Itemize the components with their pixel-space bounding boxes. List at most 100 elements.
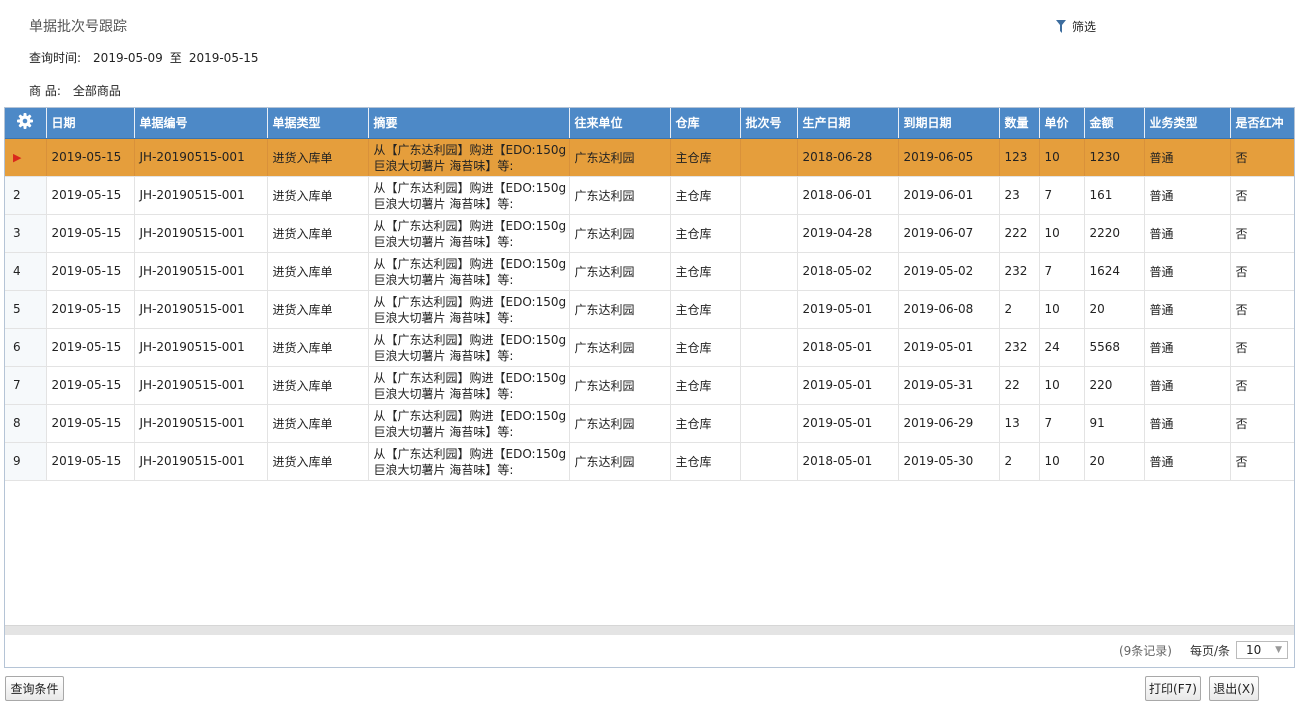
column-header-business-type[interactable]: 业务类型: [1144, 108, 1231, 139]
cell-expiry-date: 2019-06-07: [898, 214, 1000, 253]
funnel-icon: [1056, 19, 1066, 33]
cell-batch-no: [740, 138, 798, 177]
table-row[interactable]: 3 2019-05-15 JH-20190515-001 进货入库单 从【广东达…: [5, 214, 1294, 253]
cell-production-date: 2018-06-28: [797, 138, 899, 177]
filter-button[interactable]: 筛选: [1056, 18, 1096, 35]
column-header-date[interactable]: 日期: [46, 108, 135, 139]
table-row[interactable]: 5 2019-05-15 JH-20190515-001 进货入库单 从【广东达…: [5, 290, 1294, 329]
cell-summary: 从【广东达利园】购进【EDO:150g巨浪大切薯片 海苔味】等:: [368, 176, 570, 215]
column-header-red-reversal[interactable]: 是否红冲: [1230, 108, 1294, 139]
cell-unit-price: 10: [1039, 366, 1085, 405]
page-title: 单据批次号跟踪: [29, 19, 127, 35]
page-size-value: 10: [1246, 643, 1262, 657]
cell-red-reversal: 否: [1230, 214, 1294, 253]
query-time-label: 查询时间:: [29, 51, 82, 65]
cell-warehouse: 主仓库: [670, 404, 741, 443]
column-header-batch-no[interactable]: 批次号: [740, 108, 798, 139]
page-size-select[interactable]: 10 ▼: [1236, 641, 1288, 659]
column-header-partner[interactable]: 往来单位: [569, 108, 671, 139]
cell-amount: 1624: [1084, 252, 1145, 291]
column-header-quantity[interactable]: 数量: [999, 108, 1040, 139]
cell-doc-no: JH-20190515-001: [134, 328, 268, 367]
cell-doc-no: JH-20190515-001: [134, 252, 268, 291]
cell-unit-price: 7: [1039, 404, 1085, 443]
column-header-doc-type[interactable]: 单据类型: [267, 108, 369, 139]
column-header-expiry-date[interactable]: 到期日期: [898, 108, 1000, 139]
table-row[interactable]: ▶ 2019-05-15 JH-20190515-001 进货入库单 从【广东达…: [5, 138, 1294, 177]
cell-date: 2019-05-15: [46, 328, 135, 367]
table-row[interactable]: 8 2019-05-15 JH-20190515-001 进货入库单 从【广东达…: [5, 404, 1294, 443]
cell-quantity: 2: [999, 442, 1040, 481]
table-row[interactable]: 2 2019-05-15 JH-20190515-001 进货入库单 从【广东达…: [5, 176, 1294, 215]
cell-amount: 220: [1084, 366, 1145, 405]
row-index: 4: [5, 252, 47, 291]
record-count: (9条记录): [1118, 643, 1172, 658]
cell-date: 2019-05-15: [46, 176, 135, 215]
row-index: 6: [5, 328, 47, 367]
cell-amount: 20: [1084, 442, 1145, 481]
cell-batch-no: [740, 442, 798, 481]
cell-doc-type: 进货入库单: [267, 214, 369, 253]
chevron-down-icon: ▼: [1275, 645, 1282, 655]
cell-date: 2019-05-15: [46, 252, 135, 291]
query-goods-label: 商 品:: [29, 84, 61, 98]
cell-production-date: 2019-05-01: [797, 404, 899, 443]
cell-date: 2019-05-15: [46, 214, 135, 253]
grid-header-row: 日期 单据编号 单据类型 摘要 往来单位 仓库 批次号 生产日期 到期日期 数量…: [5, 108, 1294, 139]
table-row[interactable]: 6 2019-05-15 JH-20190515-001 进货入库单 从【广东达…: [5, 328, 1294, 367]
column-header-summary[interactable]: 摘要: [368, 108, 570, 139]
cell-summary: 从【广东达利园】购进【EDO:150g巨浪大切薯片 海苔味】等:: [368, 328, 570, 367]
column-header-warehouse[interactable]: 仓库: [670, 108, 741, 139]
column-header-doc-no[interactable]: 单据编号: [134, 108, 268, 139]
column-header-unit-price[interactable]: 单价: [1039, 108, 1085, 139]
cell-production-date: 2019-05-01: [797, 366, 899, 405]
cell-amount: 161: [1084, 176, 1145, 215]
pager: (9条记录) 每页/条 10 ▼: [1119, 641, 1288, 659]
cell-doc-type: 进货入库单: [267, 138, 369, 177]
cell-quantity: 23: [999, 176, 1040, 215]
cell-doc-no: JH-20190515-001: [134, 176, 268, 215]
query-goods-value: 全部商品: [72, 84, 121, 98]
table-row[interactable]: 9 2019-05-15 JH-20190515-001 进货入库单 从【广东达…: [5, 442, 1294, 481]
cell-quantity: 22: [999, 366, 1040, 405]
cell-doc-no: JH-20190515-001: [134, 214, 268, 253]
column-header-production-date[interactable]: 生产日期: [797, 108, 899, 139]
filter-label: 筛选: [1072, 20, 1097, 34]
query-time-separator: 至: [169, 51, 182, 65]
cell-unit-price: 24: [1039, 328, 1085, 367]
cell-business-type: 普通: [1144, 214, 1231, 253]
cell-summary: 从【广东达利园】购进【EDO:150g巨浪大切薯片 海苔味】等:: [368, 138, 570, 177]
cell-red-reversal: 否: [1230, 176, 1294, 215]
query-time-row: 查询时间: 2019-05-09 至 2019-05-15: [29, 49, 259, 66]
query-conditions-button[interactable]: 查询条件: [5, 676, 64, 701]
cell-red-reversal: 否: [1230, 328, 1294, 367]
grid-settings-button[interactable]: [5, 108, 47, 139]
cell-summary: 从【广东达利园】购进【EDO:150g巨浪大切薯片 海苔味】等:: [368, 404, 570, 443]
cell-date: 2019-05-15: [46, 138, 135, 177]
horizontal-scrollbar[interactable]: [5, 625, 1294, 635]
cell-business-type: 普通: [1144, 328, 1231, 367]
row-index: 8: [5, 404, 47, 443]
table-row[interactable]: 4 2019-05-15 JH-20190515-001 进货入库单 从【广东达…: [5, 252, 1294, 291]
cell-batch-no: [740, 214, 798, 253]
cell-expiry-date: 2019-06-08: [898, 290, 1000, 329]
cell-partner: 广东达利园: [569, 176, 671, 215]
cell-business-type: 普通: [1144, 176, 1231, 215]
cell-partner: 广东达利园: [569, 214, 671, 253]
cell-production-date: 2018-05-02: [797, 252, 899, 291]
print-button[interactable]: 打印(F7): [1145, 676, 1201, 701]
cell-expiry-date: 2019-05-02: [898, 252, 1000, 291]
table-row[interactable]: 7 2019-05-15 JH-20190515-001 进货入库单 从【广东达…: [5, 366, 1294, 405]
cell-business-type: 普通: [1144, 290, 1231, 329]
cell-warehouse: 主仓库: [670, 366, 741, 405]
cell-partner: 广东达利园: [569, 290, 671, 329]
data-grid: 日期 单据编号 单据类型 摘要 往来单位 仓库 批次号 生产日期 到期日期 数量…: [4, 107, 1295, 668]
cell-date: 2019-05-15: [46, 366, 135, 405]
cell-amount: 20: [1084, 290, 1145, 329]
column-header-amount[interactable]: 金额: [1084, 108, 1145, 139]
cell-production-date: 2018-06-01: [797, 176, 899, 215]
cell-warehouse: 主仓库: [670, 138, 741, 177]
cell-summary: 从【广东达利园】购进【EDO:150g巨浪大切薯片 海苔味】等:: [368, 252, 570, 291]
exit-button[interactable]: 退出(X): [1209, 676, 1259, 701]
cell-red-reversal: 否: [1230, 404, 1294, 443]
